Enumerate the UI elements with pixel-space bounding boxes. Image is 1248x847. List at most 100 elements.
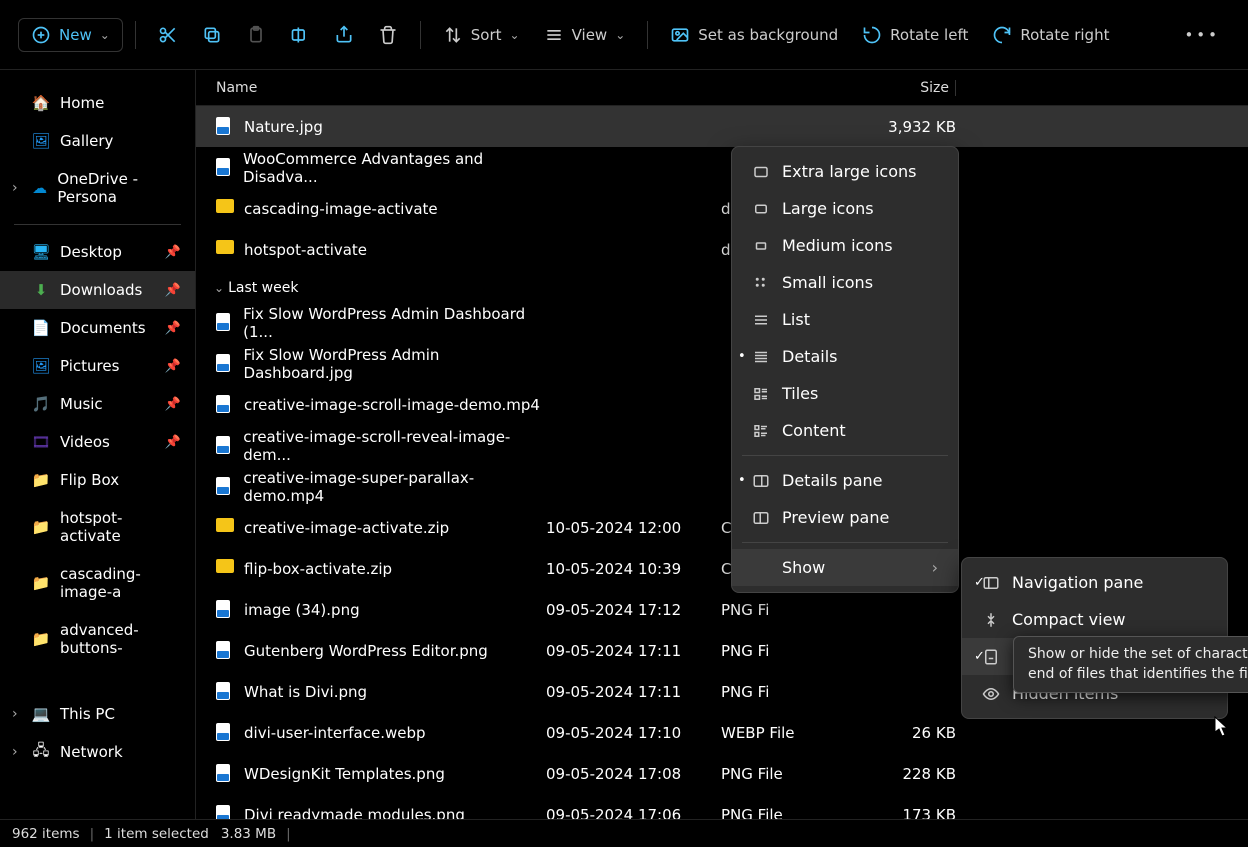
sidebar-item-onedrive[interactable]: ☁OneDrive - Persona (0, 160, 195, 216)
sidebar-item-network[interactable]: 🖧Network (0, 733, 195, 771)
ppane-icon (752, 509, 770, 527)
view-icon (544, 25, 564, 45)
menu-item-label: Large icons (782, 199, 874, 218)
sidebar-item-folder[interactable]: 📁hotspot-activate (0, 499, 195, 555)
micons-icon (752, 237, 770, 255)
sort-button[interactable]: Sort ⌄ (433, 17, 530, 53)
menu-item-details[interactable]: •Details (732, 338, 958, 375)
trash-icon (378, 25, 398, 45)
bullet-icon: • (738, 473, 746, 488)
sidebar-item-label: OneDrive - Persona (57, 170, 181, 206)
menu-item-tiles[interactable]: Tiles (732, 375, 958, 412)
menu-item-label: Compact view (1012, 610, 1126, 629)
menu-item-large-icons[interactable]: Large icons (732, 190, 958, 227)
sidebar-item-pc[interactable]: 💻This PC (0, 695, 195, 733)
menu-item-label: Extra large icons (782, 162, 916, 181)
menu-separator (742, 542, 948, 543)
sidebar-item-home[interactable]: 🏠 Home (0, 84, 195, 122)
menu-item-label: Preview pane (782, 508, 889, 527)
menu-item-navigation-pane[interactable]: ✓Navigation pane (962, 564, 1227, 601)
pc-icon: 💻 (32, 705, 50, 723)
file-row[interactable]: creative-image-scroll-image-demo.mp4106 … (196, 384, 1248, 425)
file-name: flip-box-activate.zip (244, 560, 392, 578)
menu-separator (742, 455, 948, 456)
content-icon (752, 422, 770, 440)
file-name: Gutenberg WordPress Editor.png (244, 642, 488, 660)
set-background-button[interactable]: Set as background (660, 17, 848, 53)
home-icon: 🏠 (32, 94, 50, 112)
menu-item-medium-icons[interactable]: Medium icons (732, 227, 958, 264)
status-selected: 1 item selected (104, 826, 209, 842)
sidebar-item-folder[interactable]: 📁Flip Box (0, 461, 195, 499)
menu-item-list[interactable]: List (732, 301, 958, 338)
chevron-down-icon: ⌄ (214, 281, 224, 295)
sicons-icon (752, 274, 770, 292)
file-size: 228 KB (876, 765, 956, 783)
column-size[interactable]: Size (876, 80, 956, 96)
sidebar-item-label: Desktop (60, 243, 122, 261)
file-row[interactable]: Fix Slow WordPress Admin Dashboard.jpg89… (196, 343, 1248, 384)
sidebar-item-gallery[interactable]: 🖼Gallery (0, 122, 195, 160)
folder-icon: 📁 (32, 630, 50, 648)
more-button[interactable]: ••• (1174, 18, 1230, 52)
menu-item-label: Details (782, 347, 837, 366)
licons-icon (752, 200, 770, 218)
separator: | (286, 826, 291, 842)
menu-item-extra-large-icons[interactable]: Extra large icons (732, 153, 958, 190)
sidebar-item-folder[interactable]: 📁advanced-buttons- (0, 611, 195, 667)
file-list-pane: Name Size Nature.jpg3,932 KBWooCommerce … (196, 70, 1248, 819)
group-header[interactable]: ⌄Last week (196, 270, 1248, 302)
copy-button[interactable] (192, 17, 232, 53)
file-name: image (34).png (244, 601, 360, 619)
sidebar-item-pictures[interactable]: 🖼Pictures📌 (0, 347, 195, 385)
rotate-left-button[interactable]: Rotate left (852, 17, 978, 53)
sort-icon (443, 25, 463, 45)
sidebar-item-label: Home (60, 94, 104, 112)
column-name[interactable]: Name (216, 80, 546, 96)
menu-item-preview-pane[interactable]: Preview pane (732, 499, 958, 536)
network-icon: 🖧 (32, 743, 50, 761)
view-button[interactable]: View ⌄ (534, 17, 636, 53)
cut-button[interactable] (148, 17, 188, 53)
sidebar-item-folder[interactable]: 📁cascading-image-a (0, 555, 195, 611)
sidebar-item-videos[interactable]: 🎞Videos📌 (0, 423, 195, 461)
sidebar-item-label: Documents (60, 319, 146, 337)
file-row[interactable]: WooCommerce Advantages and Disadva...1,6… (196, 147, 1248, 188)
file-row[interactable]: cascading-image-activateder (196, 188, 1248, 229)
rename-button[interactable] (280, 17, 320, 53)
menu-item-small-icons[interactable]: Small icons (732, 264, 958, 301)
menu-item-details-pane[interactable]: •Details pane (732, 462, 958, 499)
sidebar-item-label: Gallery (60, 132, 113, 150)
menu-item-show[interactable]: Show› (732, 549, 958, 586)
new-button[interactable]: New ⌄ (18, 18, 123, 52)
file-row[interactable]: creative-image-activate.zip10-05-2024 12… (196, 507, 1248, 548)
rotate-right-button[interactable]: Rotate right (982, 17, 1119, 53)
paste-button[interactable] (236, 17, 276, 53)
menu-item-content[interactable]: Content (732, 412, 958, 449)
file-row[interactable]: WDesignKit Templates.png 09-05-2024 17:08… (196, 753, 1248, 794)
file-row[interactable]: Fix Slow WordPress Admin Dashboard (1...… (196, 302, 1248, 343)
videos-icon: 🎞 (32, 433, 50, 451)
file-date: 09-05-2024 17:08 (546, 765, 721, 783)
file-row[interactable]: Nature.jpg3,932 KB (196, 106, 1248, 147)
pin-icon: 📌 (165, 359, 181, 374)
menu-item-compact-view[interactable]: Compact view (962, 601, 1227, 638)
file-size: 26 KB (876, 724, 956, 742)
sidebar-item-desktop[interactable]: 🖥Desktop📌 (0, 233, 195, 271)
sidebar: 🏠 Home 🖼Gallery☁OneDrive - Persona 🖥Desktop… (0, 70, 196, 819)
file-row[interactable]: creative-image-scroll-reveal-image-dem..… (196, 425, 1248, 466)
file-row[interactable]: Divi readymade modules.png09-05-2024 17:… (196, 794, 1248, 819)
sidebar-item-documents[interactable]: 📄Documents📌 (0, 309, 195, 347)
file-row[interactable]: creative-image-super-parallax-demo.mp494… (196, 466, 1248, 507)
dpane-icon (752, 472, 770, 490)
file-size: 3,932 KB (876, 118, 956, 136)
sidebar-item-downloads[interactable]: ⬇Downloads📌 (0, 271, 195, 309)
sidebar-item-music[interactable]: 🎵Music📌 (0, 385, 195, 423)
share-button[interactable] (324, 17, 364, 53)
menu-item-label: Small icons (782, 273, 873, 292)
image-file-icon (216, 313, 235, 333)
delete-button[interactable] (368, 17, 408, 53)
file-name: WDesignKit Templates.png (244, 765, 445, 783)
file-row[interactable]: hotspot-activateder (196, 229, 1248, 270)
column-header-row: Name Size (196, 70, 1248, 106)
